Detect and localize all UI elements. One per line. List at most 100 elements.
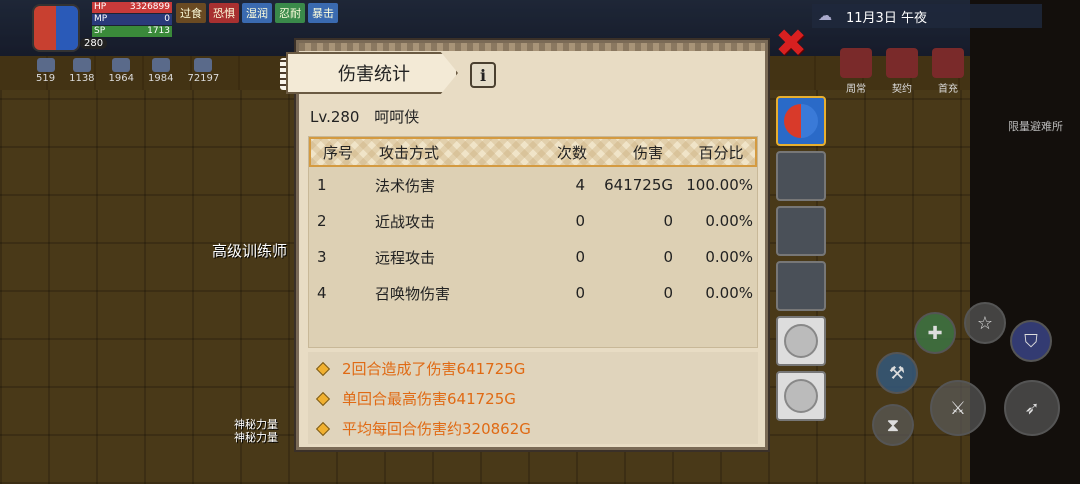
row-damage: 0: [663, 248, 673, 266]
row-percent: 0.00%: [705, 284, 753, 302]
attribute-stats: 519 1138 1964 1984 72197: [36, 58, 219, 84]
row-attack-type: 召唤物伤害: [375, 284, 451, 303]
stat-value: 1964: [108, 73, 134, 84]
panel-border-decoration: [299, 43, 765, 51]
weekly-button[interactable]: 周常: [838, 48, 874, 95]
stat-icon: [151, 58, 170, 72]
player-level-badge: 280: [80, 38, 108, 49]
diamond-bullet-icon: [315, 361, 331, 376]
close-icon: ✖: [775, 21, 807, 65]
bow-icon: ➶: [1024, 397, 1040, 419]
sp-bar: SP 1713: [92, 26, 172, 37]
summary-line: 2回合造成了伤害641725G: [315, 358, 526, 379]
hp-label: HP: [94, 2, 107, 12]
row-index: 4: [317, 284, 327, 302]
weekly-icon: [840, 48, 872, 78]
summary-total-damage: 2回合造成了伤害641725G: [342, 360, 526, 378]
stat-item: 519: [36, 58, 55, 84]
skill-button[interactable]: ⛉: [1010, 320, 1052, 362]
info-button[interactable]: i: [470, 62, 496, 88]
date-text: 11月3日 午夜: [846, 10, 927, 26]
message-line: 神秘力量: [234, 418, 278, 431]
table-header: 序号 攻击方式 次数 伤害 百分比: [309, 137, 757, 167]
stat-value: 72197: [187, 73, 220, 84]
player-name: 呵呵侠: [374, 108, 420, 126]
status-tag[interactable]: 过食: [176, 3, 206, 23]
row-count: 0: [575, 248, 585, 266]
stat-icon: [194, 58, 213, 72]
info-icon: i: [479, 65, 487, 85]
player-level: Lv.280: [310, 108, 360, 126]
hourglass-icon: ⧗: [886, 414, 900, 436]
col-count-header: 次数: [556, 143, 587, 162]
stat-item: 1984: [148, 58, 173, 84]
heal-button[interactable]: ✚: [914, 312, 956, 354]
damage-summary: 2回合造成了伤害641725G 单回合最高伤害641725G 平均每回合伤害约3…: [308, 352, 758, 444]
hp-bar: HP 3326899: [92, 2, 172, 13]
first-recharge-button[interactable]: 首充: [930, 48, 966, 95]
col-percent-header: 百分比: [698, 143, 744, 162]
character-portrait-icon: [784, 104, 818, 138]
row-index: 1: [317, 176, 327, 194]
character-slot-empty[interactable]: [776, 151, 826, 201]
status-tag[interactable]: 暴击: [308, 3, 338, 23]
character-portrait-icon: [784, 324, 818, 358]
row-index: 3: [317, 248, 327, 266]
weekly-label: 周常: [846, 84, 866, 95]
axe-button[interactable]: ⚒: [876, 352, 918, 394]
summary-line: 平均每回合伤害约320862G: [315, 418, 531, 439]
sword-icon: ⚔: [949, 397, 967, 419]
status-tag[interactable]: 恐惧: [209, 3, 239, 23]
summary-line: 单回合最高伤害641725G: [315, 388, 516, 409]
row-attack-type: 远程攻击: [375, 248, 436, 267]
character-slot-empty[interactable]: [776, 206, 826, 256]
stat-value: 1138: [69, 73, 95, 84]
status-tag[interactable]: 忍耐: [275, 3, 305, 23]
character-slot-locked[interactable]: [776, 371, 826, 421]
row-count: 0: [575, 212, 585, 230]
summary-max-damage: 单回合最高伤害641725G: [342, 390, 516, 408]
col-attack-type-header: 攻击方式: [379, 143, 440, 162]
character-slot-selected[interactable]: [776, 96, 826, 146]
close-button[interactable]: ✖: [774, 24, 808, 62]
row-attack-type: 法术伤害: [375, 176, 436, 195]
row-index: 2: [317, 212, 327, 230]
character-slot-locked[interactable]: [776, 316, 826, 366]
bow-attack-button[interactable]: ➶: [1004, 380, 1060, 436]
stat-icon: [112, 58, 131, 72]
table-row: 3 远程攻击 0 0 0.00%: [309, 239, 757, 275]
plus-icon: ✚: [927, 322, 943, 344]
star-button[interactable]: ☆: [964, 302, 1006, 344]
table-row: 2 近战攻击 0 0 0.00%: [309, 203, 757, 239]
summary-average-damage: 平均每回合伤害约320862G: [342, 420, 531, 438]
status-tags: 过食 恐惧 湿润 忍耐 暴击: [176, 3, 338, 23]
stat-value: 519: [36, 73, 56, 84]
contract-icon: [886, 48, 918, 78]
shield-icon: ⛉: [1024, 330, 1038, 352]
stat-item: 72197: [187, 58, 219, 84]
mp-bar: MP 0: [92, 14, 172, 25]
player-avatar[interactable]: [32, 4, 80, 52]
gift-icon: [932, 48, 964, 78]
date-time-display: ☁ 11月3日 午夜: [812, 4, 1042, 28]
sword-attack-button[interactable]: ⚔: [930, 380, 986, 436]
event-icons: 周常 契约 首充: [838, 48, 966, 95]
stat-item: 1138: [69, 58, 95, 84]
status-tag[interactable]: 湿润: [242, 3, 272, 23]
character-slots: [776, 96, 828, 426]
damage-table: 序号 攻击方式 次数 伤害 百分比 1 法术伤害 4 641725G 100.0…: [308, 136, 758, 348]
col-index-header: 序号: [323, 143, 354, 162]
row-count: 4: [575, 176, 585, 194]
row-count: 0: [575, 284, 585, 302]
row-attack-type: 近战攻击: [375, 212, 436, 231]
character-slot-empty[interactable]: [776, 261, 826, 311]
stat-item: 1964: [109, 58, 134, 84]
mp-value: 0: [164, 14, 170, 24]
contract-button[interactable]: 契约: [884, 48, 920, 95]
row-damage: 0: [663, 212, 673, 230]
hp-value: 3326899: [129, 2, 170, 12]
contract-label: 契约: [892, 84, 912, 95]
row-damage: 0: [663, 284, 673, 302]
hourglass-button[interactable]: ⧗: [872, 404, 914, 446]
stat-icon: [72, 58, 91, 72]
